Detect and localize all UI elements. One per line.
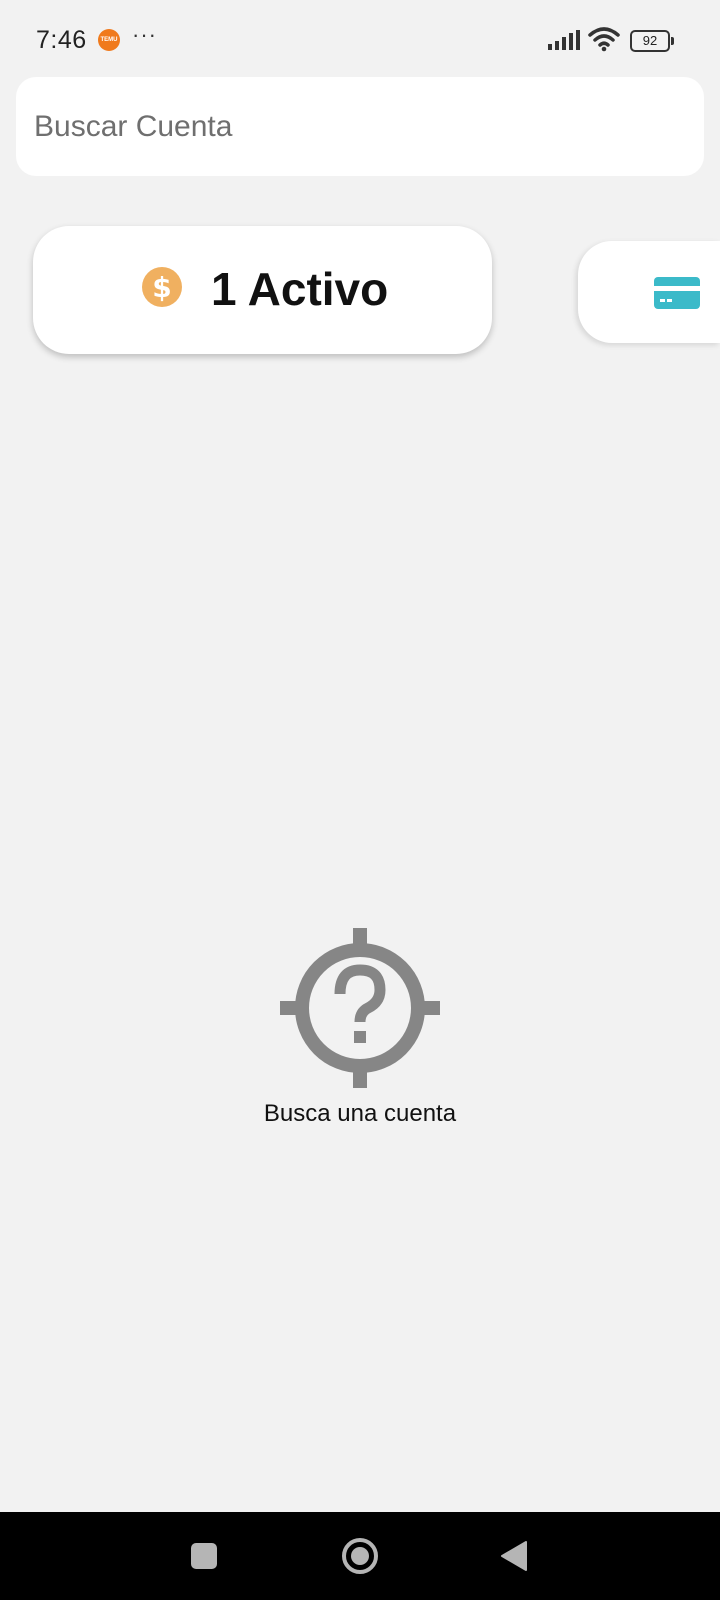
- more-icon: ···: [132, 22, 157, 47]
- battery-icon: 92: [630, 30, 674, 52]
- home-button[interactable]: [341, 1537, 379, 1575]
- active-accounts-label: 1 Activo: [211, 263, 389, 315]
- navigation-bar: [0, 1512, 720, 1600]
- status-time: 7:46: [36, 26, 87, 54]
- recent-apps-button[interactable]: [191, 1543, 217, 1569]
- dollar-coin-icon: $: [142, 267, 182, 307]
- screen: 7:46 TEMU ··· 92 $ 1 Activo: [0, 0, 720, 1600]
- signal-icon: [548, 30, 580, 50]
- battery-level: 92: [630, 30, 670, 52]
- temu-app-icon: TEMU: [98, 29, 120, 51]
- status-bar: 7:46 TEMU ··· 92: [0, 0, 720, 74]
- search-box[interactable]: [16, 77, 704, 176]
- credit-card-icon: [654, 277, 700, 309]
- back-button[interactable]: [500, 1540, 528, 1572]
- active-accounts-card[interactable]: $ 1 Activo: [33, 226, 492, 354]
- svg-text:$: $: [152, 271, 171, 304]
- card-accounts-card[interactable]: [578, 241, 720, 343]
- empty-state-message: Busca una cuenta: [263, 1100, 457, 1127]
- wifi-icon: [588, 27, 620, 52]
- battery-tip: [671, 37, 674, 45]
- target-question-icon: [280, 928, 440, 1088]
- search-input[interactable]: [34, 77, 684, 176]
